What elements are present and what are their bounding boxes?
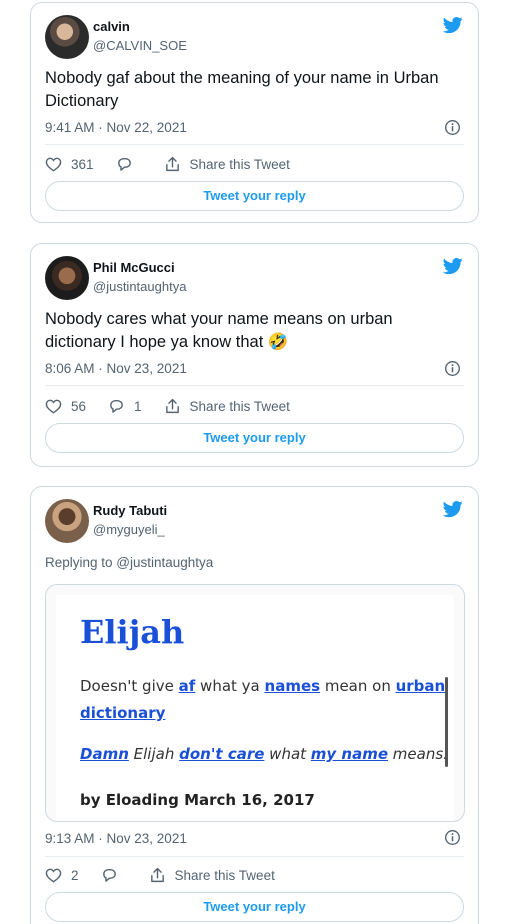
avatar[interactable] <box>45 256 89 300</box>
attached-image[interactable]: Elijah Doesn't give af what ya names mea… <box>45 584 465 822</box>
like-count: 56 <box>71 398 87 414</box>
like-count: 2 <box>71 867 79 883</box>
divider <box>45 856 464 857</box>
reply-count: 1 <box>134 398 142 414</box>
like-button[interactable]: 2 <box>45 867 79 883</box>
definition-text: Doesn't give af what ya names mean on ur… <box>80 677 446 722</box>
definition-author: by Eloading March 16, 2017 <box>80 791 315 809</box>
heart-icon <box>45 868 62 883</box>
tweet-text: Nobody cares what your name means on urb… <box>45 310 393 351</box>
share-label: Share this Tweet <box>174 867 275 883</box>
share-button[interactable]: Share this Tweet <box>149 867 275 883</box>
user-handle[interactable]: @justintaughtya <box>93 279 186 294</box>
tweet-actions: 361 Share this Tweet <box>45 156 312 172</box>
twitter-bird-icon[interactable] <box>442 499 464 519</box>
timestamp[interactable]: 8:06 AM · Nov 23, 2021 <box>45 361 187 376</box>
replying-to[interactable]: Replying to @justintaughtya <box>45 555 213 570</box>
tweet-actions: 56 1 Share this Tweet <box>45 398 312 414</box>
reply-button[interactable]: 1 <box>108 398 142 414</box>
tweet-your-reply-button[interactable]: Tweet your reply <box>45 423 464 453</box>
timestamp[interactable]: 9:13 AM · Nov 23, 2021 <box>45 831 187 846</box>
tweet-actions: 2 Share this Tweet <box>45 867 297 883</box>
share-button[interactable]: Share this Tweet <box>164 398 290 414</box>
definition-example: Damn Elijah don't care what my name mean… <box>80 745 448 763</box>
info-icon[interactable] <box>444 829 461 846</box>
tweet-card[interactable]: Phil McGucci @justintaughtya Nobody care… <box>30 243 479 467</box>
info-icon[interactable] <box>444 119 461 136</box>
reply-button[interactable] <box>101 867 127 883</box>
timestamp[interactable]: 9:41 AM · Nov 22, 2021 <box>45 120 187 135</box>
heart-icon <box>45 157 62 172</box>
twitter-bird-icon[interactable] <box>442 256 464 276</box>
like-button[interactable]: 361 <box>45 156 94 172</box>
info-icon[interactable] <box>444 360 461 377</box>
reply-bubble-icon <box>102 868 116 882</box>
twitter-bird-icon[interactable] <box>442 15 464 35</box>
reply-bubble-icon <box>117 157 131 171</box>
heart-icon <box>45 399 62 414</box>
tweet-your-reply-button[interactable]: Tweet your reply <box>45 181 464 211</box>
avatar[interactable] <box>45 15 89 59</box>
urban-dictionary-screenshot: Elijah Doesn't give af what ya names mea… <box>56 595 454 821</box>
user-handle[interactable]: @myguyeli_ <box>93 522 165 537</box>
divider <box>45 144 464 145</box>
user-handle[interactable]: @CALVIN_SOE <box>93 38 187 53</box>
reply-button[interactable] <box>116 156 142 172</box>
share-icon <box>165 156 179 172</box>
divider <box>45 385 464 386</box>
share-button[interactable]: Share this Tweet <box>164 156 290 172</box>
tweet-your-reply-button[interactable]: Tweet your reply <box>45 892 464 922</box>
display-name[interactable]: Phil McGucci <box>93 260 175 275</box>
tweet-card[interactable]: calvin @CALVIN_SOE Nobody gaf about the … <box>30 2 479 223</box>
share-label: Share this Tweet <box>189 156 290 172</box>
scrollbar <box>445 677 448 767</box>
like-button[interactable]: 56 <box>45 398 86 414</box>
share-icon <box>165 398 179 414</box>
definition-word: Elijah <box>80 613 185 651</box>
tweet-text: Nobody gaf about the meaning of your nam… <box>45 69 439 110</box>
display-name[interactable]: Rudy Tabuti <box>93 503 167 518</box>
reply-bubble-icon <box>110 399 123 413</box>
like-count: 361 <box>71 156 94 172</box>
display-name[interactable]: calvin <box>93 19 130 34</box>
tweet-card[interactable]: Rudy Tabuti @myguyeli_ Replying to @just… <box>30 486 479 924</box>
share-label: Share this Tweet <box>189 398 290 414</box>
avatar[interactable] <box>45 499 89 543</box>
share-icon <box>150 867 164 883</box>
